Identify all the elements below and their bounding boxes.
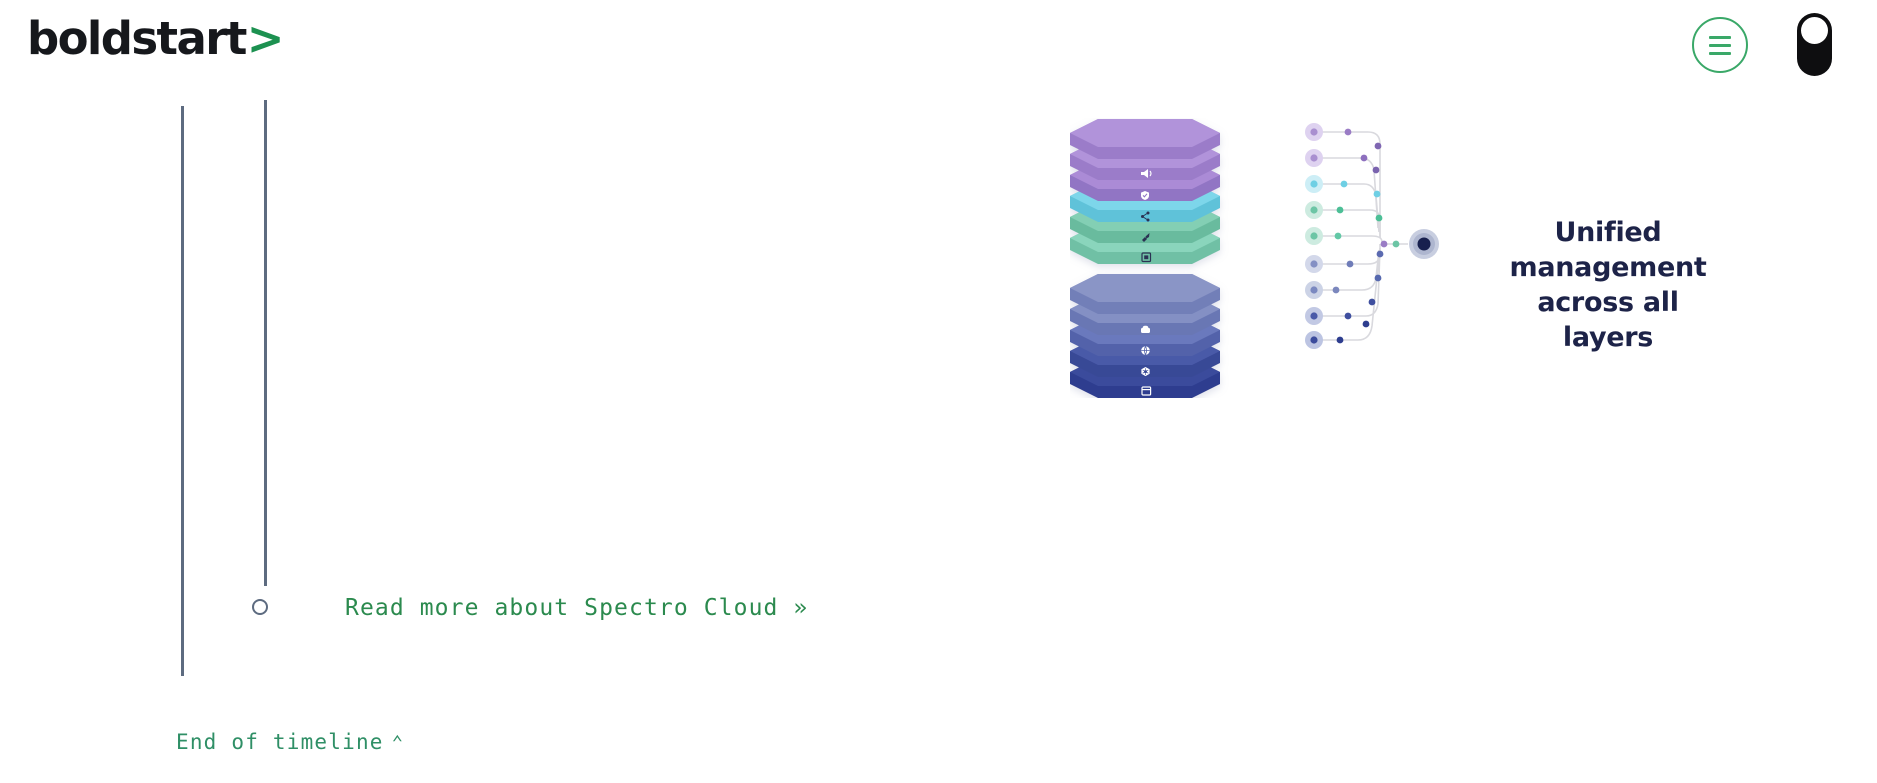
source-node-4 [1305, 201, 1323, 219]
connector-lines [1314, 131, 1408, 341]
menu-bar-2 [1709, 43, 1731, 47]
hexagon-layer-stacks [1070, 118, 1270, 398]
chevron-up-icon: ⌃ [391, 732, 405, 754]
source-node-5 [1305, 227, 1323, 245]
hamburger-menu-icon[interactable] [1692, 17, 1748, 73]
source-nodes [1305, 123, 1323, 349]
page-header: boldstart > [0, 0, 1877, 93]
top-hex-stack [1070, 119, 1220, 264]
dark-mode-toggle-icon[interactable] [1797, 13, 1832, 76]
illustration-caption: Unified management across all layers [1509, 217, 1707, 354]
network-svg [1305, 123, 1439, 349]
source-node-8 [1305, 307, 1323, 325]
boldstart-logo[interactable]: boldstart > [27, 16, 284, 61]
logo-wordmark: boldstart [27, 12, 247, 65]
globe-icon [1141, 346, 1150, 356]
end-of-timeline-button[interactable]: End of timeline ⌃ [176, 730, 404, 754]
network-connector-diagram [1300, 118, 1500, 358]
end-of-timeline-label: End of timeline [176, 730, 384, 754]
hex-layer-top-purple [1070, 119, 1220, 159]
source-node-2 [1305, 149, 1323, 167]
source-node-1 [1305, 123, 1323, 141]
hex-stack-svg [1070, 119, 1220, 398]
source-node-7 [1305, 281, 1323, 299]
source-node-6 [1305, 255, 1323, 273]
toggle-knob [1801, 17, 1828, 44]
bottom-hex-stack [1070, 274, 1220, 398]
unified-control-hub-node-icon [1409, 229, 1439, 259]
logo-chevron-icon: > [246, 12, 285, 65]
timeline-main-rail [181, 106, 184, 676]
timeline-branch-line [264, 100, 267, 586]
source-node-3 [1305, 175, 1323, 193]
menu-bar-3 [1709, 51, 1731, 55]
timeline-node-circle-icon [252, 599, 268, 615]
unified-management-illustration: Unified management across all layers [1070, 118, 1780, 458]
source-node-9 [1305, 331, 1323, 349]
hex-layer-top-blue [1070, 274, 1220, 314]
read-more-spectro-cloud-link[interactable]: Read more about Spectro Cloud » [345, 595, 808, 621]
menu-bar-1 [1709, 35, 1731, 39]
